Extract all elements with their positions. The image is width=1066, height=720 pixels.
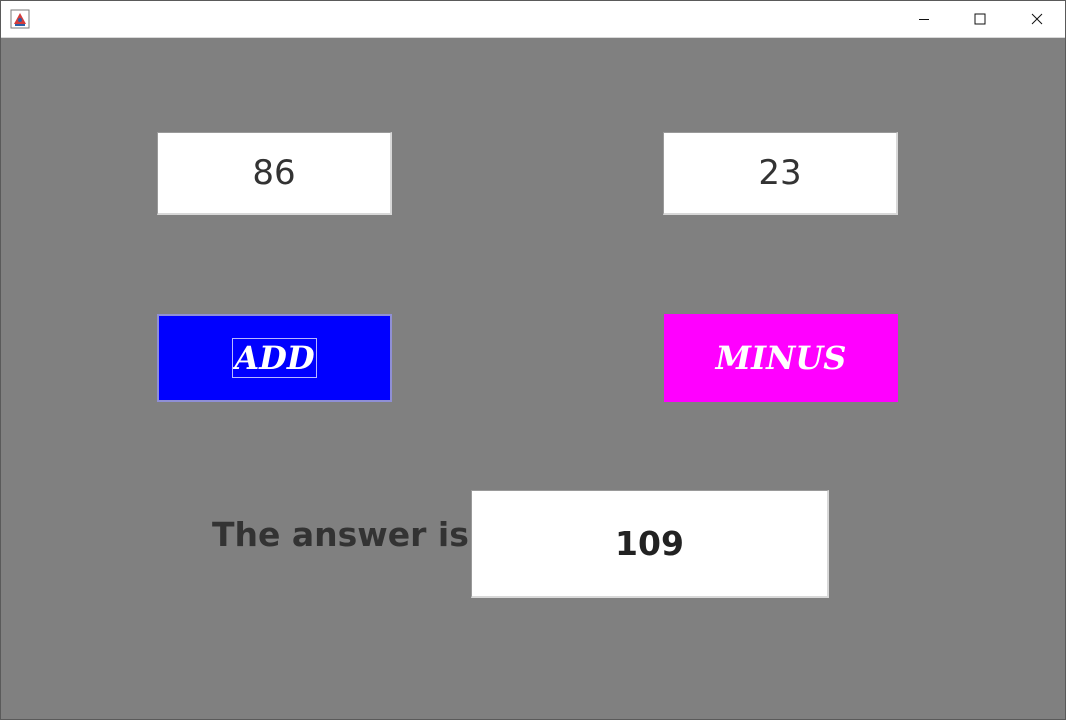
minimize-icon [918, 13, 930, 25]
minimize-button[interactable] [896, 1, 952, 37]
first-number-input[interactable]: 86 [157, 132, 392, 215]
close-button[interactable] [1009, 1, 1065, 37]
add-button[interactable]: ADD [157, 314, 392, 402]
add-button-label: ADD [232, 338, 317, 378]
answer-field: 109 [471, 490, 829, 598]
answer-label: The answer is [212, 515, 469, 554]
maximize-button[interactable] [952, 1, 1008, 37]
minus-button-label: MINUS [715, 339, 847, 377]
minus-button[interactable]: MINUS [664, 314, 898, 402]
second-number-input[interactable]: 23 [663, 132, 898, 215]
maximize-icon [974, 13, 986, 25]
app-window: 86 23 ADD MINUS The answer is 109 [0, 0, 1066, 720]
title-bar[interactable] [1, 1, 1065, 38]
java-app-icon[interactable] [10, 9, 30, 29]
close-icon [1031, 13, 1043, 25]
